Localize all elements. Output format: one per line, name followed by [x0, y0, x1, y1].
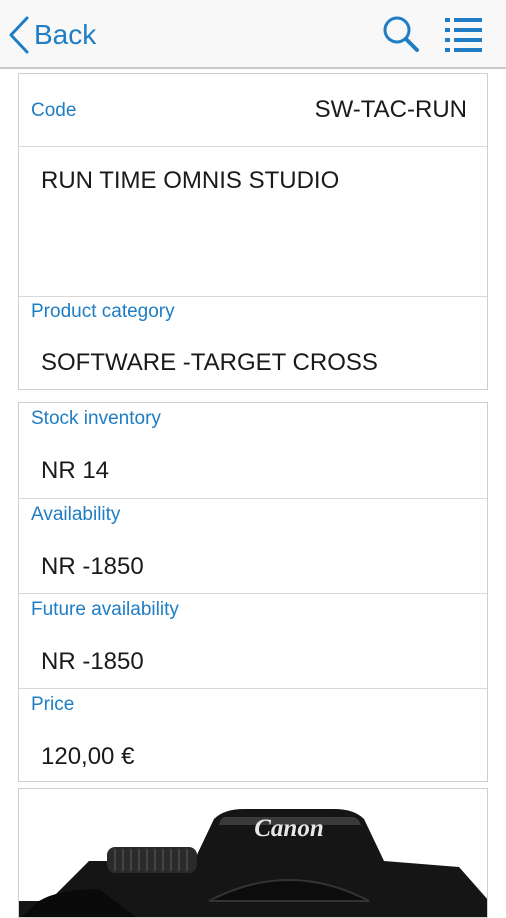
list-menu-icon[interactable]	[444, 14, 484, 54]
future-availability-value: NR -1850	[41, 648, 144, 675]
search-icon[interactable]	[381, 14, 421, 54]
availability-label: Availability	[31, 504, 121, 525]
category-value: SOFTWARE -TARGET CROSS	[41, 349, 378, 376]
product-image-card: Canon	[18, 788, 488, 918]
code-value: SW-TAC-RUN	[314, 96, 467, 123]
category-row: Product category SOFTWARE -TARGET CROSS	[19, 296, 487, 391]
future-availability-row: Future availability NR -1850	[19, 593, 487, 688]
back-button[interactable]: Back	[8, 12, 96, 58]
price-label: Price	[31, 694, 75, 715]
category-label: Product category	[31, 301, 175, 322]
inventory-value: NR 14	[41, 457, 110, 484]
availability-row: Availability NR -1850	[19, 498, 487, 593]
stock-card: Stock inventory NR 14 Availability NR -1…	[18, 402, 488, 782]
product-description: RUN TIME OMNIS STUDIO	[41, 167, 340, 194]
inventory-label: Stock inventory	[31, 408, 161, 429]
brand-logo: Canon	[254, 815, 323, 842]
price-row: Price 120,00 €	[19, 688, 487, 783]
chevron-left-icon	[9, 16, 29, 54]
availability-value: NR -1850	[41, 553, 144, 580]
code-label: Code	[31, 100, 77, 121]
nav-bar: Back	[0, 0, 506, 69]
code-row: Code SW-TAC-RUN	[19, 74, 487, 146]
future-availability-label: Future availability	[31, 599, 179, 620]
price-value: 120,00 €	[41, 743, 135, 770]
back-label: Back	[34, 19, 97, 50]
camera-image: Canon	[19, 809, 487, 917]
description-row: RUN TIME OMNIS STUDIO	[19, 146, 487, 296]
inventory-row: Stock inventory NR 14	[19, 403, 487, 498]
product-card: Code SW-TAC-RUN RUN TIME OMNIS STUDIO Pr…	[18, 73, 488, 390]
